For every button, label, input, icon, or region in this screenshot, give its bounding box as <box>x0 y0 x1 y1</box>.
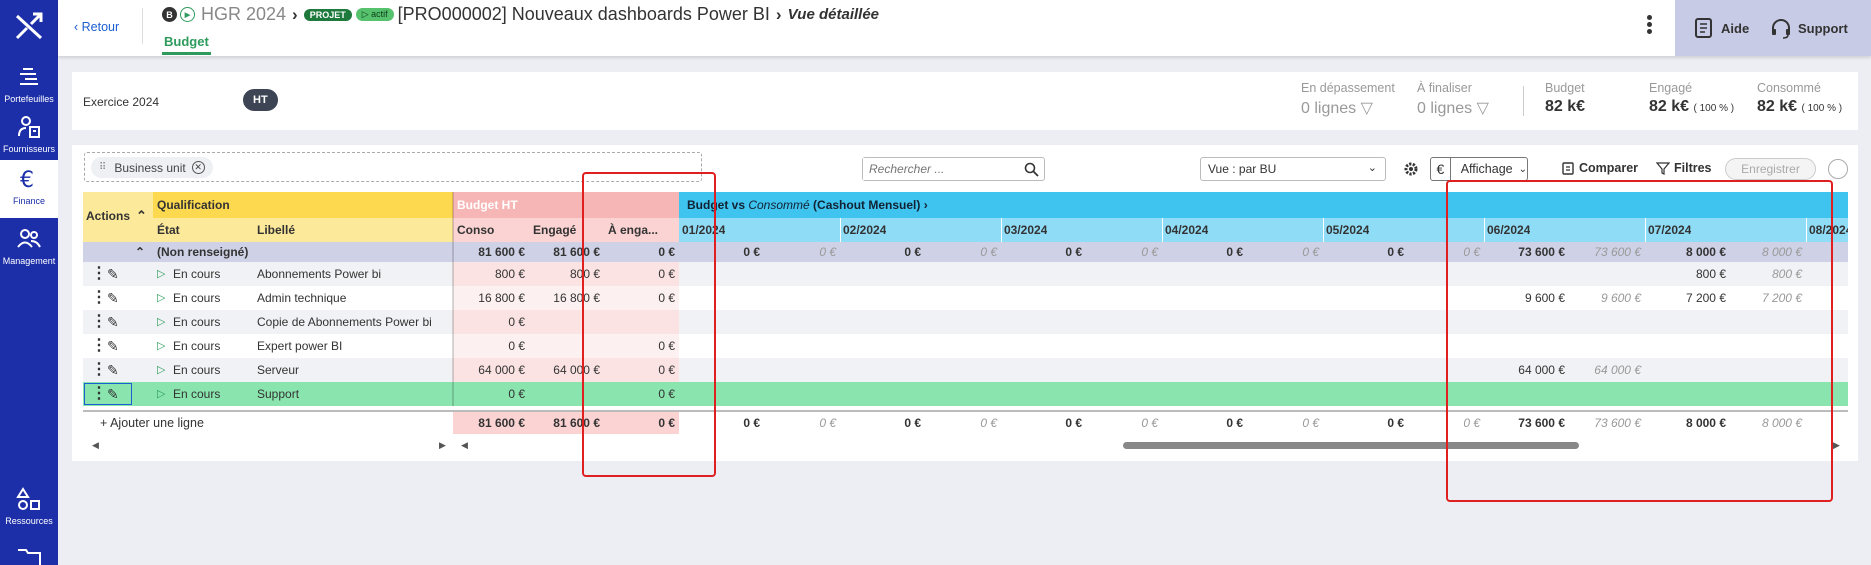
scroll-left-icon[interactable]: ◀ <box>92 440 99 451</box>
status-play-icon: ▷ <box>157 340 166 352</box>
status-play-icon: ▷ <box>157 292 166 304</box>
month-divider <box>840 218 841 242</box>
header-budget-vs-consomme[interactable]: Budget vs Consommé (Cashout Mensuel) › <box>687 195 928 215</box>
row-conso[interactable]: 16 800 € <box>453 288 529 308</box>
qualification-subheader-bg <box>153 218 453 242</box>
edit-pencil-icon[interactable]: ✎ <box>107 360 119 380</box>
row-libelle[interactable]: Admin technique <box>257 288 453 308</box>
group-month-budget: 0 € <box>1226 245 1243 259</box>
status-play-icon: ▷ <box>157 364 166 376</box>
row-libelle[interactable]: Abonnements Power bi <box>257 264 453 284</box>
row-conso[interactable]: 0 € <box>453 384 529 404</box>
col-header-etat[interactable]: État <box>157 220 180 240</box>
col-header-month[interactable]: 04/2024 <box>1165 220 1208 240</box>
header-budget-ht: Budget HT <box>457 198 518 212</box>
row-menu-icon[interactable]: ⋮ <box>91 312 107 332</box>
header-actions: Actions <box>86 209 131 223</box>
total-month-budget: 0 € <box>1387 416 1404 430</box>
col-header-month[interactable]: 02/2024 <box>843 220 886 240</box>
total-month-consomme: 0 € <box>980 416 997 430</box>
group-month-consomme: 0 € <box>819 245 836 259</box>
month-divider <box>1001 218 1002 242</box>
row-etat[interactable]: En cours <box>173 360 220 380</box>
status-play-icon: ▷ <box>157 268 166 280</box>
pinned-columns-shadow <box>452 192 454 406</box>
group-month-consomme: 0 € <box>1302 245 1319 259</box>
row-etat[interactable]: En cours <box>173 264 220 284</box>
group-month-consomme: 0 € <box>1141 245 1158 259</box>
row-libelle[interactable]: Support <box>257 384 453 404</box>
total-month-budget: 0 € <box>1226 416 1243 430</box>
month-divider <box>1162 218 1163 242</box>
row-menu-icon[interactable]: ⋮ <box>91 384 107 404</box>
col-header-conso[interactable]: Conso <box>457 220 494 240</box>
add-line-button[interactable]: + Ajouter une ligne <box>100 413 204 433</box>
edit-pencil-icon[interactable]: ✎ <box>107 384 119 404</box>
row-menu-icon[interactable]: ⋮ <box>91 360 107 380</box>
annotation-box <box>582 172 716 477</box>
group-row-label: (Non renseigné) <box>157 245 249 259</box>
row-etat[interactable]: En cours <box>173 288 220 308</box>
row-conso[interactable]: 64 000 € <box>453 360 529 380</box>
col-header-month[interactable]: 05/2024 <box>1326 220 1369 240</box>
col-header-engage[interactable]: Engagé <box>533 220 576 240</box>
status-play-icon: ▷ <box>157 388 166 400</box>
row-menu-icon[interactable]: ⋮ <box>91 264 107 284</box>
edit-pencil-icon[interactable]: ✎ <box>107 288 119 308</box>
row-menu-icon[interactable]: ⋮ <box>91 288 107 308</box>
row-conso[interactable]: 0 € <box>453 336 529 356</box>
scroll-right-icon[interactable]: ▶ <box>1833 440 1840 451</box>
group-conso: 81 600 € <box>478 245 525 259</box>
row-libelle[interactable]: Expert power BI <box>257 336 453 356</box>
total-conso: 81 600 € <box>478 416 525 430</box>
scroll-right-icon[interactable]: ▶ <box>439 440 446 451</box>
row-etat[interactable]: En cours <box>173 336 220 356</box>
header-qualification: Qualification <box>157 198 230 212</box>
group-month-budget: 0 € <box>1387 245 1404 259</box>
row-etat[interactable]: En cours <box>173 312 220 332</box>
col-header-month[interactable]: 03/2024 <box>1004 220 1047 240</box>
total-month-consomme: 0 € <box>819 416 836 430</box>
total-month-budget: 0 € <box>904 416 921 430</box>
col-header-libelle[interactable]: Libellé <box>257 220 295 240</box>
month-divider <box>1323 218 1324 242</box>
group-month-budget: 0 € <box>904 245 921 259</box>
edit-pencil-icon[interactable]: ✎ <box>107 336 119 356</box>
collapse-all-icon[interactable]: ⌃ <box>136 206 147 226</box>
status-play-icon: ▷ <box>157 316 166 328</box>
group-collapse-icon[interactable]: ⌃ <box>135 242 145 262</box>
row-menu-icon[interactable]: ⋮ <box>91 336 107 356</box>
total-month-consomme: 0 € <box>1141 416 1158 430</box>
total-month-consomme: 0 € <box>1302 416 1319 430</box>
group-month-budget: 0 € <box>1065 245 1082 259</box>
row-libelle[interactable]: Serveur <box>257 360 453 380</box>
edit-pencil-icon[interactable]: ✎ <box>107 264 119 284</box>
group-month-consomme: 0 € <box>980 245 997 259</box>
row-libelle[interactable]: Copie de Abonnements Power bi <box>257 312 453 332</box>
row-conso[interactable]: 0 € <box>453 312 529 332</box>
row-conso[interactable]: 800 € <box>453 264 529 284</box>
scroll-left-icon[interactable]: ◀ <box>461 440 468 451</box>
edit-pencil-icon[interactable]: ✎ <box>107 312 119 332</box>
total-month-budget: 0 € <box>1065 416 1082 430</box>
row-etat[interactable]: En cours <box>173 384 220 404</box>
annotation-box <box>1446 180 1833 502</box>
